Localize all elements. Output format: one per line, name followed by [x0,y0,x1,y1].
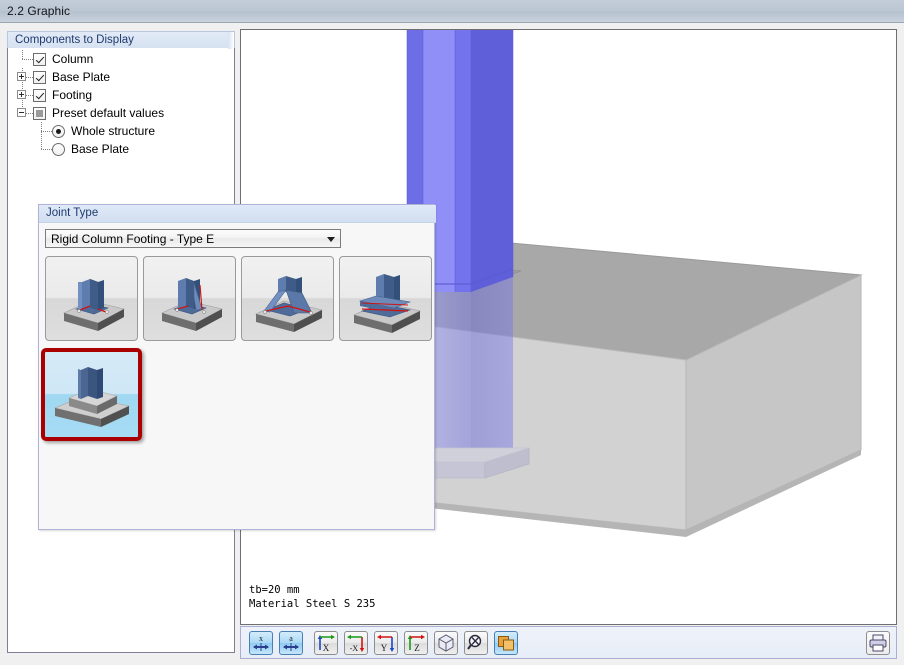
svg-text:-X: -X [350,644,359,653]
view-minus-x-button[interactable]: -X [344,631,368,655]
tree-item-preset-default-values[interactable]: Preset default values [14,104,224,122]
view-minus-x-axis-icon: -X [347,634,365,653]
view-z-axis-icon: Z [407,634,425,653]
tree-connector [14,86,33,104]
tree-label-whole-structure: Whole structure [71,124,156,138]
joint-type-dropdown-value: Rigid Column Footing - Type E [51,231,215,246]
tree-label-base-plate: Base Plate [52,70,111,84]
expander-plus-footing[interactable] [17,90,26,99]
tree-label-column: Column [52,52,94,66]
tree-connector [14,104,33,122]
annotation-thickness: tb=20 mm [249,584,300,596]
graphic-toolbar: x a X -X Y Z [240,626,897,659]
joint-thumb-base-plate-haunched[interactable] [241,256,334,341]
scale-a-button[interactable]: a [279,631,303,655]
joint-thumb-base-plate-anchored[interactable] [45,256,138,341]
tree-connector [14,140,52,158]
tree-label-base-plate-option: Base Plate [71,142,130,156]
joint-type-title: Joint Type [46,207,99,219]
magnifier-icon [467,634,482,650]
radio-base-plate[interactable] [52,142,65,156]
expander-plus-base-plate[interactable] [17,72,26,81]
column-in-pocket-footing-icon [53,367,131,427]
components-tree: Column Base Plate Footing Preset default… [14,50,224,158]
checkbox-column[interactable] [33,52,46,66]
window-title: 2.2 Graphic [7,4,71,18]
zoom-previous-button[interactable] [464,631,488,655]
isometric-view-button[interactable] [434,631,458,655]
graphic-annotation: tb=20 mm Material Steel S 235 [249,583,375,611]
base-plate-haunched-icon [254,276,324,332]
base-plate-beam-on-cap-icon [352,274,422,333]
chevron-down-icon[interactable] [323,230,340,247]
render-mode-button[interactable] [494,631,518,655]
checkbox-base-plate[interactable] [33,70,46,84]
svg-text:X: X [323,643,330,653]
graphic-dialog: 2.2 Graphic Components to Display Column… [0,0,904,665]
tree-item-base-plate-option[interactable]: Base Plate [14,140,224,158]
joint-thumb-column-in-pocket-footing[interactable] [41,348,142,441]
tree-item-column[interactable]: Column [14,50,224,68]
scale-x-button[interactable]: x [249,631,273,655]
printer-icon [869,634,887,652]
svg-text:Y: Y [381,643,388,653]
view-x-button[interactable]: X [314,631,338,655]
checkbox-preset-default-values[interactable] [33,106,46,120]
svg-text:a: a [289,634,293,643]
tree-label-footing: Footing [52,88,93,102]
tree-connector [14,68,33,86]
view-x-axis-icon: X [317,634,335,653]
window-titlebar: 2.2 Graphic [0,0,904,23]
checkbox-footing[interactable] [33,88,46,102]
joint-thumb-base-plate-stiffened[interactable] [143,256,236,341]
joint-type-panel: Joint Type Rigid Column Footing - Type E [38,204,436,530]
tree-connector [14,122,52,140]
view-y-axis-icon: Y [377,634,395,653]
radio-whole-structure[interactable] [52,124,65,138]
joint-type-header: Joint Type [39,205,436,223]
base-plate-stiffened-icon [161,278,223,331]
base-plate-anchored-icon [63,279,125,331]
svg-text:Z: Z [414,643,420,653]
annotation-material: Material Steel S 235 [249,598,376,610]
scale-a-icon: a [283,634,299,651]
view-z-button[interactable]: Z [404,631,428,655]
joint-type-dropdown[interactable]: Rigid Column Footing - Type E [45,229,341,248]
joint-thumb-base-plate-beam-on-cap[interactable] [339,256,432,341]
tree-item-base-plate[interactable]: Base Plate [14,68,224,86]
scale-x-icon: x [253,634,269,651]
tree-item-whole-structure[interactable]: Whole structure [14,122,224,140]
layers-icon [498,636,514,651]
tree-connector [14,50,33,68]
print-button[interactable] [866,631,890,655]
view-y-button[interactable]: Y [374,631,398,655]
expander-minus-preset-default-values[interactable] [17,108,26,117]
components-to-display-title: Components to Display [15,34,134,46]
components-to-display-header: Components to Display [7,31,235,49]
tree-label-preset-default-values: Preset default values [52,106,165,120]
tree-item-footing[interactable]: Footing [14,86,224,104]
svg-text:x: x [259,634,263,643]
cube-icon [438,634,454,652]
